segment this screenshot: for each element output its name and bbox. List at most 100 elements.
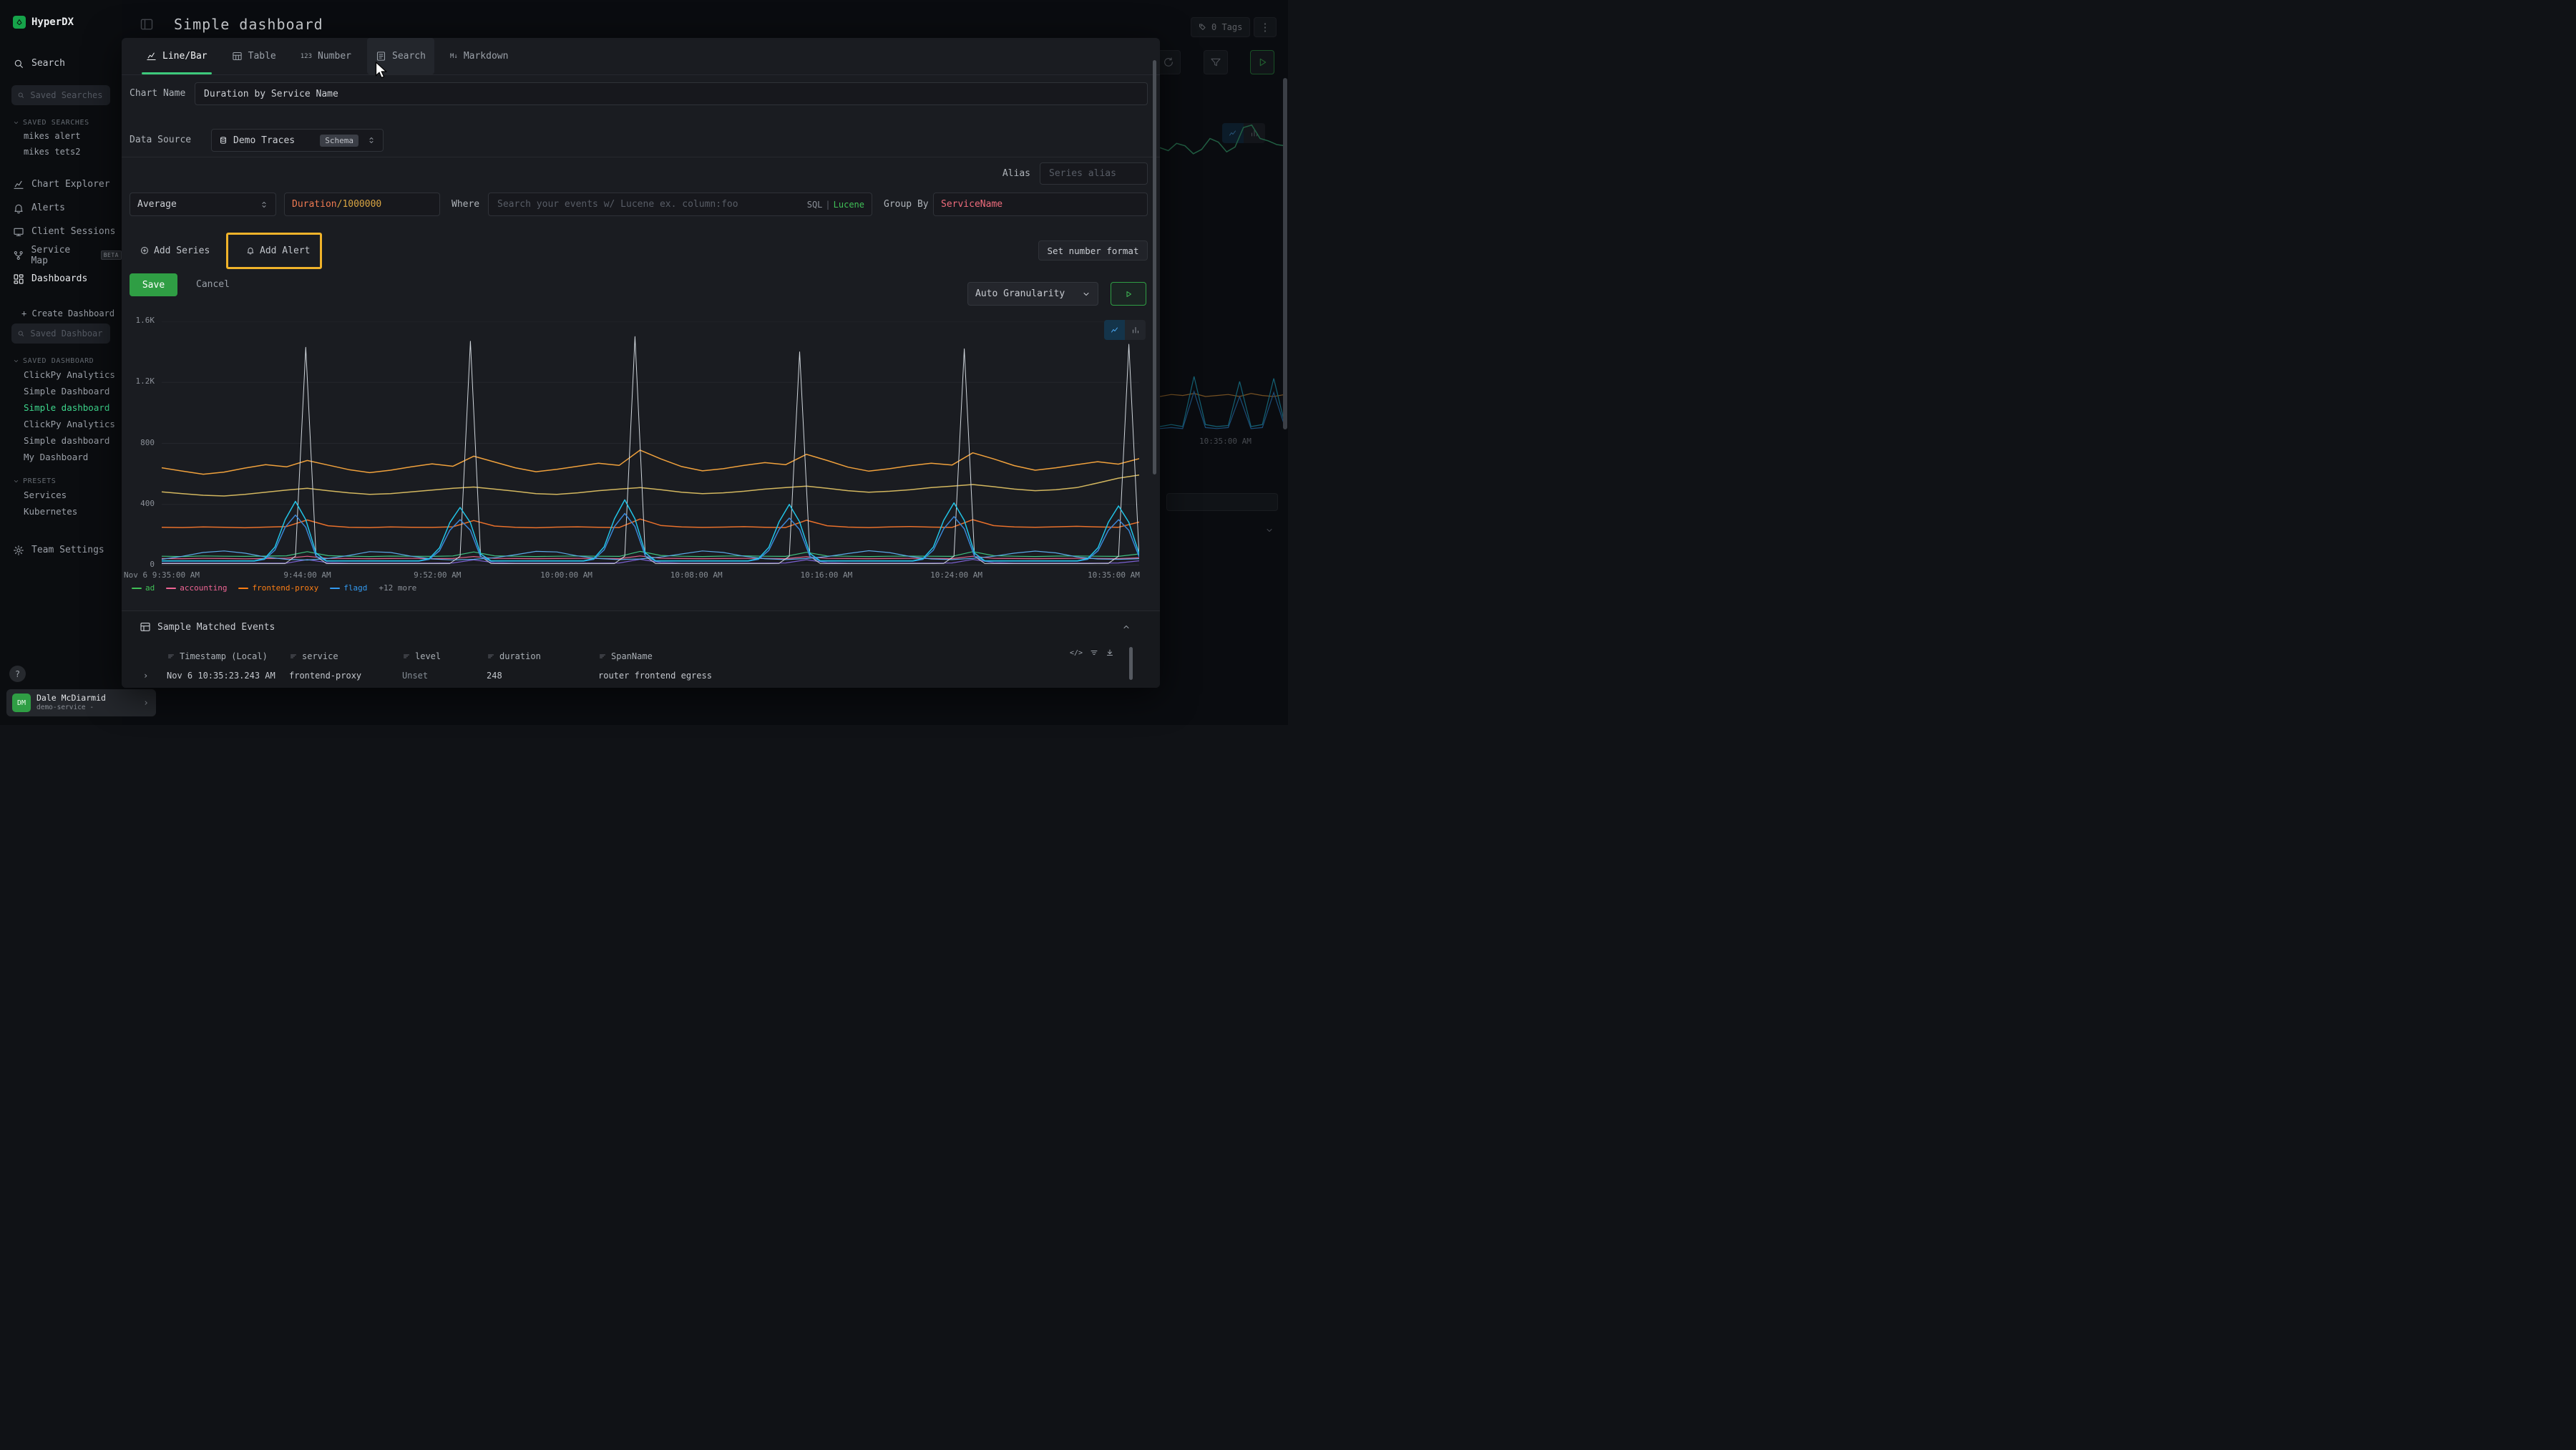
legend-item[interactable]: flagd: [330, 583, 367, 593]
sidebar-item-search[interactable]: Search: [0, 52, 122, 75]
events-column-header[interactable]: level: [402, 651, 487, 661]
search-icon: [17, 329, 24, 338]
legend-more[interactable]: +12 more: [379, 583, 416, 593]
data-source-label: Data Source: [130, 129, 191, 152]
download-icon[interactable]: [1106, 648, 1114, 657]
group-by-field[interactable]: ServiceName: [933, 193, 1148, 216]
presets-header[interactable]: PRESETS: [0, 475, 122, 487]
events-column-header[interactable]: duration: [487, 651, 598, 661]
collapse-events-button[interactable]: [1122, 623, 1131, 631]
tab-number[interactable]: 123 Number: [292, 38, 360, 74]
create-dashboard-button[interactable]: + Create Dashboard: [0, 305, 122, 322]
table-icon: [232, 51, 243, 62]
line-chart-icon[interactable]: [1104, 320, 1125, 340]
tab-line-bar[interactable]: Line/Bar: [137, 38, 216, 74]
sql-lucene-toggle[interactable]: SQL|Lucene: [807, 200, 864, 210]
schema-badge: Schema: [320, 135, 358, 147]
set-number-format-button[interactable]: Set number format: [1038, 240, 1148, 261]
sidebar-item-service-map[interactable]: Service Map BETA: [0, 243, 122, 267]
events-column-header[interactable]: SpanName: [598, 651, 1117, 661]
legend-item[interactable]: ad: [132, 583, 155, 593]
saved-searches-header[interactable]: SAVED SEARCHES: [0, 117, 122, 128]
events-column-header[interactable]: service: [289, 651, 402, 661]
saved-searches-list: mikes alertmikes tets2: [0, 128, 122, 160]
chevron-up-icon: [1122, 623, 1131, 631]
saved-search-item[interactable]: mikes alert: [0, 128, 122, 144]
sidebar-item-label: Dashboards: [31, 273, 87, 284]
where-label: Where: [452, 193, 479, 216]
search-list-icon: [376, 51, 386, 62]
saved-dashboards-input[interactable]: [29, 328, 104, 339]
event-cell: 248: [487, 671, 598, 681]
modal-scrollbar[interactable]: [1153, 60, 1156, 475]
saved-dashboard-item[interactable]: Simple Dashboard: [0, 383, 122, 399]
beta-badge: BETA: [101, 250, 122, 260]
code-view-icon[interactable]: </>: [1070, 649, 1083, 657]
dashboards-icon: [13, 273, 24, 285]
tab-table[interactable]: Table: [223, 38, 285, 74]
chart-editor-modal: Line/Bar Table 123 Number Search M↓ Mark…: [122, 38, 1160, 688]
saved-search-item[interactable]: mikes tets2: [0, 144, 122, 160]
legend-dash: [330, 588, 340, 589]
bar-chart-icon[interactable]: [1125, 320, 1146, 340]
data-source-select[interactable]: Demo Traces Schema: [211, 129, 384, 152]
column-settings-icon[interactable]: [1090, 648, 1098, 657]
user-menu[interactable]: DM Dale McDiarmid demo-service - ›: [6, 689, 156, 716]
page-title: Simple dashboard: [174, 16, 323, 33]
saved-dashboard-item[interactable]: ClickPy Analytics: [0, 366, 122, 383]
legend-item[interactable]: frontend-proxy: [238, 583, 318, 593]
cancel-button[interactable]: Cancel: [196, 273, 230, 296]
preset-item[interactable]: Services: [0, 487, 122, 503]
sidebar-item-team-settings[interactable]: Team Settings: [0, 538, 122, 562]
saved-dashboard-item[interactable]: Simple dashboard: [0, 399, 122, 416]
editor-tabs: Line/Bar Table 123 Number Search M↓ Mark…: [137, 38, 517, 74]
search-icon: [13, 58, 24, 69]
help-button[interactable]: ?: [9, 666, 26, 682]
run-chart-button[interactable]: [1111, 282, 1146, 306]
where-input[interactable]: [496, 198, 801, 210]
y-tick-label: 800: [122, 438, 155, 447]
chart-name-field[interactable]: [195, 82, 1148, 105]
expand-row-icon[interactable]: ›: [143, 687, 167, 688]
saved-dashboard-item[interactable]: ClickPy Analytics: [0, 416, 122, 432]
saved-searches-input[interactable]: [29, 89, 104, 101]
group-by-label: Group By: [884, 193, 929, 216]
granularity-select[interactable]: Auto Granularity: [967, 282, 1098, 306]
events-column-header[interactable]: Timestamp (Local): [167, 651, 289, 661]
mouse-cursor: [375, 62, 391, 80]
sidebar-item-alerts[interactable]: Alerts: [0, 196, 122, 220]
tab-markdown[interactable]: M↓ Markdown: [441, 38, 517, 74]
legend-item[interactable]: accounting: [166, 583, 227, 593]
field-expression-input[interactable]: Duration/1000000: [284, 193, 440, 216]
preset-item[interactable]: Kubernetes: [0, 503, 122, 520]
page-scrollbar[interactable]: [1283, 78, 1287, 429]
alias-input[interactable]: [1048, 167, 1140, 180]
where-field[interactable]: SQL|Lucene: [488, 193, 872, 216]
aggregation-select[interactable]: Average: [130, 193, 276, 216]
main-chart-svg[interactable]: [162, 321, 1139, 565]
lucene-option[interactable]: Lucene: [834, 200, 864, 210]
alias-field[interactable]: [1040, 162, 1148, 185]
sidebar-item-dashboards[interactable]: Dashboards: [0, 267, 122, 291]
sidebar-item-client-sessions[interactable]: Client Sessions: [0, 220, 122, 243]
chevron-right-icon: ›: [143, 698, 149, 709]
saved-dashboard-item[interactable]: My Dashboard: [0, 449, 122, 465]
event-row[interactable]: ›Nov 6 10:35:22.113 AMfrontendUnset243ro…: [122, 683, 1117, 688]
sidebar-item-chart-explorer[interactable]: Chart Explorer: [0, 172, 122, 196]
expand-row-icon[interactable]: ›: [143, 671, 167, 681]
save-button[interactable]: Save: [130, 273, 177, 296]
event-cell: frontend-proxy: [289, 671, 402, 681]
chevron-down-icon: [13, 358, 19, 364]
field-expression: Duration/1000000: [292, 199, 381, 210]
events-scrollbar[interactable]: [1129, 647, 1133, 680]
user-org: demo-service -: [36, 704, 137, 711]
event-row[interactable]: ›Nov 6 10:35:23.243 AMfrontend-proxyUnse…: [122, 667, 1117, 683]
saved-dashboard-item[interactable]: Simple dashboard: [0, 432, 122, 449]
logo-row[interactable]: HyperDX: [0, 11, 122, 33]
add-series-button[interactable]: Add Series: [135, 240, 215, 261]
saved-dashboards-header[interactable]: SAVED DASHBOARD: [0, 355, 122, 366]
sidebar-item-label: Service Map: [31, 245, 90, 266]
x-tick-label: 10:16:00 AM: [800, 570, 852, 580]
sql-option[interactable]: SQL: [807, 200, 823, 210]
chart-name-input[interactable]: [203, 88, 1140, 100]
